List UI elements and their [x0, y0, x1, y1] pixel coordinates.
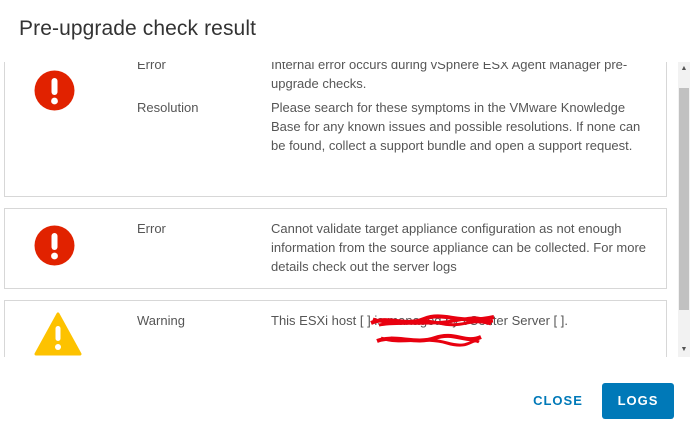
- pre-upgrade-check-dialog: Pre-upgrade check result Error Internal …: [0, 0, 690, 437]
- result-card-warning: Warning This ESXi host [ ] is managed by…: [4, 300, 667, 357]
- result-label: Error: [137, 62, 166, 72]
- result-label: Resolution: [137, 100, 199, 115]
- logs-button[interactable]: LOGS: [602, 383, 674, 419]
- warning-triangle-icon: [34, 312, 82, 357]
- result-card-error: Error Internal error occurs during vSphe…: [4, 62, 667, 197]
- scroll-up-arrow-icon[interactable]: ▲: [678, 62, 690, 76]
- redaction-scribble: [376, 333, 482, 347]
- result-message: Internal error occurs during vSphere ESX…: [271, 62, 628, 91]
- close-button[interactable]: CLOSE: [526, 383, 590, 419]
- scrollbar-thumb[interactable]: [679, 88, 689, 310]
- result-message: Cannot validate target appliance configu…: [271, 221, 647, 274]
- result-list: Error Internal error occurs during vSphe…: [4, 62, 667, 357]
- scroll-down-arrow-icon[interactable]: ▼: [678, 343, 690, 357]
- result-label: Warning: [137, 313, 185, 328]
- results-scroll-area[interactable]: Error Internal error occurs during vSphe…: [0, 62, 690, 357]
- dialog-title: Pre-upgrade check result: [19, 17, 257, 40]
- vertical-scrollbar[interactable]: ▲ ▼: [678, 62, 690, 357]
- result-label: Error: [137, 221, 166, 236]
- result-card-error: Error Cannot validate target appliance c…: [4, 208, 667, 289]
- error-circle-icon: [34, 70, 75, 116]
- warning-message: This ESXi host [ ] is managed by vCenter…: [271, 313, 568, 328]
- error-circle-icon: [34, 225, 75, 271]
- resolution-message: Please search for these symptoms in the …: [271, 100, 641, 153]
